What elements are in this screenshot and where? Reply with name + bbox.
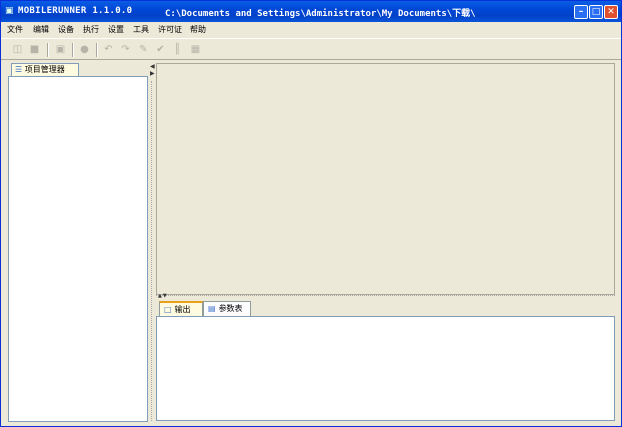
step-icon[interactable]: ▣: [54, 43, 67, 56]
project-tree-icon: ☰: [15, 65, 23, 74]
mobile-icon: ▣: [5, 6, 14, 16]
menu-device[interactable]: 设备: [58, 24, 74, 35]
undo-icon[interactable]: ↶: [102, 43, 115, 56]
app-window: ▣ MOBILERUNNER 1.1.0.0 C:\Documents and …: [0, 0, 622, 427]
menu-file[interactable]: 文件: [7, 24, 23, 35]
menu-settings[interactable]: 设置: [108, 24, 124, 35]
minimize-icon: –: [578, 7, 584, 17]
project-manager-panel: ☰ 项目管理器: [8, 63, 149, 422]
new-file-icon[interactable]: ◫: [11, 43, 24, 56]
toolbar-separator: [72, 43, 74, 57]
menu-edit[interactable]: 编辑: [33, 24, 49, 35]
split-icon[interactable]: ║: [171, 43, 184, 56]
menu-license[interactable]: 许可证: [158, 24, 182, 35]
redo-icon[interactable]: ↷: [119, 43, 132, 56]
toolbar-separator: [96, 43, 98, 57]
tab-output[interactable]: □ 输出: [159, 301, 203, 316]
menu-run[interactable]: 执行: [83, 24, 99, 35]
maximize-button[interactable]: □: [589, 5, 603, 19]
tab-parameter-table-label: 参数表: [218, 304, 243, 313]
menu-help[interactable]: 帮助: [190, 24, 206, 35]
maximize-icon: □: [591, 7, 601, 17]
tab-project-manager-label: 项目管理器: [24, 65, 65, 74]
export-icon[interactable]: ▦: [189, 43, 202, 56]
tab-parameter-table[interactable]: ▤ 参数表: [203, 301, 251, 316]
minimize-button[interactable]: –: [574, 5, 588, 19]
close-icon: ✕: [607, 7, 615, 17]
stop-icon[interactable]: ■: [28, 43, 41, 56]
project-tree[interactable]: [8, 76, 148, 422]
toolbar: ◫ ■ ▣ ● ↶ ↷ ✎ ✔ ║ ▦: [1, 38, 621, 60]
tab-output-label: 输出: [174, 305, 191, 314]
table-icon: ▤: [208, 304, 216, 313]
menu-bar: 文件 编辑 设备 执行 设置 工具 许可证 帮助: [1, 22, 621, 37]
edit-icon[interactable]: ✎: [137, 43, 150, 56]
output-icon: □: [164, 305, 172, 314]
output-content[interactable]: [156, 316, 615, 421]
splitter-arrows-icon[interactable]: ▲▼: [158, 293, 168, 299]
close-button[interactable]: ✕: [604, 5, 618, 19]
record-icon[interactable]: ●: [78, 43, 91, 56]
app-title: MOBILERUNNER 1.1.0.0: [18, 6, 133, 16]
toolbar-separator: [47, 43, 49, 57]
tab-project-manager[interactable]: ☰ 项目管理器: [11, 63, 79, 76]
editor-area[interactable]: [156, 63, 615, 295]
document-path: C:\Documents and Settings\Administrator\…: [165, 9, 476, 19]
menu-tools[interactable]: 工具: [133, 24, 149, 35]
collapse-arrows-icon[interactable]: ◀ ▶: [150, 63, 155, 77]
checkpoint-icon[interactable]: ✔: [154, 43, 167, 56]
title-bar[interactable]: ▣ MOBILERUNNER 1.1.0.0 C:\Documents and …: [1, 1, 621, 22]
output-panel: □ 输出 ▤ 参数表: [156, 300, 615, 421]
